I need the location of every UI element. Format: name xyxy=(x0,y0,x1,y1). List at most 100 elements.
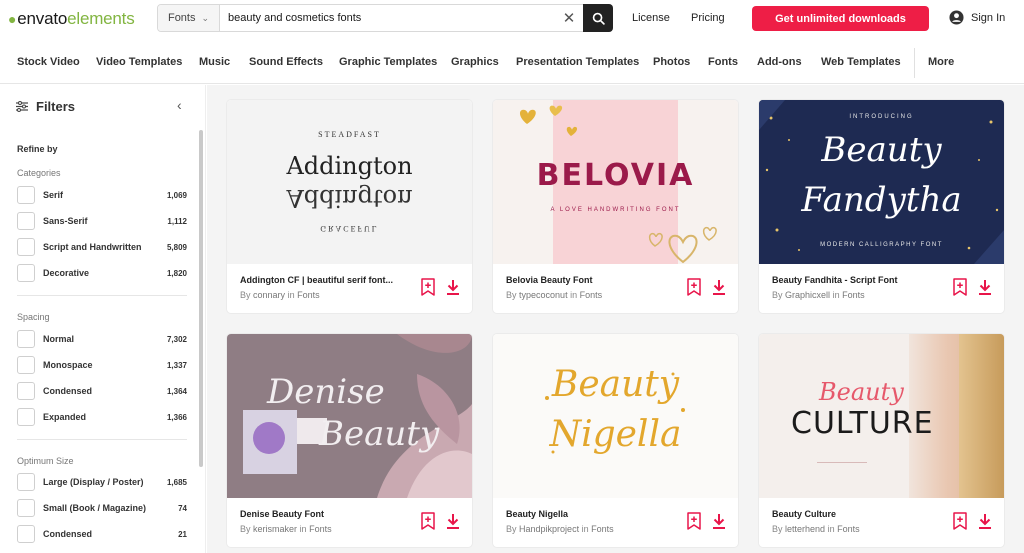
in-word: in xyxy=(287,290,295,300)
card-title[interactable]: Belovia Beauty Font xyxy=(506,275,676,285)
license-link[interactable]: License xyxy=(632,12,670,24)
bookmark-add-icon[interactable] xyxy=(420,278,436,296)
author-link[interactable]: Handpikproject xyxy=(519,524,579,534)
nav-stock-video[interactable]: Stock Video xyxy=(17,56,80,68)
filter-count: 1,069 xyxy=(166,190,187,200)
download-icon[interactable] xyxy=(445,512,461,530)
card-title[interactable]: Beauty Fandhita - Script Font xyxy=(772,275,942,285)
nav-graphics[interactable]: Graphics xyxy=(451,56,499,68)
category-link[interactable]: Fonts xyxy=(842,290,865,300)
get-unlimited-downloads-button[interactable]: Get unlimited downloads xyxy=(752,6,929,31)
filter-label: Serif xyxy=(43,190,64,200)
sidebar-scrollbar[interactable] xyxy=(199,130,203,467)
filter-option[interactable]: Expanded 1,366 xyxy=(17,407,187,427)
bookmark-add-icon[interactable] xyxy=(420,512,436,530)
category-link[interactable]: Fonts xyxy=(297,290,320,300)
author-link[interactable]: connary xyxy=(253,290,285,300)
preview-text: Beauty xyxy=(819,378,904,406)
card-meta: Beauty Nigella By Handpikproject in Font… xyxy=(493,498,738,547)
nav-add-ons[interactable]: Add-ons xyxy=(757,56,802,68)
category-link[interactable]: Fonts xyxy=(591,524,614,534)
by-prefix: By xyxy=(240,290,251,300)
bookmark-add-icon[interactable] xyxy=(686,512,702,530)
download-icon[interactable] xyxy=(977,278,993,296)
nav-more[interactable]: More xyxy=(928,56,954,68)
bookmark-add-icon[interactable] xyxy=(952,512,968,530)
nav-presentation-templates[interactable]: Presentation Templates xyxy=(516,56,639,68)
nav-web-templates[interactable]: Web Templates xyxy=(821,56,901,68)
nav-graphic-templates[interactable]: Graphic Templates xyxy=(339,56,437,68)
font-card[interactable]: Denise Beauty Denise Beauty Font By keri… xyxy=(227,334,472,547)
checkbox[interactable] xyxy=(17,356,35,374)
filter-option[interactable]: Condensed 21 xyxy=(17,524,187,544)
nav-divider xyxy=(914,48,915,78)
filter-option[interactable]: Script and Handwritten 5,809 xyxy=(17,237,187,257)
author-link[interactable]: typecoconut xyxy=(519,290,568,300)
card-title[interactable]: Beauty Nigella xyxy=(506,509,676,519)
filter-option[interactable]: Small (Book / Magazine) 74 xyxy=(17,498,187,518)
font-card[interactable]: Beauty CULTURE —————————— Beauty Culture… xyxy=(759,334,1004,547)
author-link[interactable]: kerismaker xyxy=(253,524,297,534)
category-link[interactable]: Fonts xyxy=(837,524,860,534)
nav-sound-effects[interactable]: Sound Effects xyxy=(249,56,323,68)
card-meta: Denise Beauty Font By kerismaker in Font… xyxy=(227,498,472,547)
search-category-select[interactable]: Fonts ⌄ xyxy=(158,5,220,31)
category-link[interactable]: Fonts xyxy=(580,290,603,300)
search-button[interactable] xyxy=(583,4,613,32)
nav-video-templates[interactable]: Video Templates xyxy=(96,56,182,68)
chevron-left-icon[interactable]: ‹ xyxy=(177,97,182,113)
nav-photos[interactable]: Photos xyxy=(653,56,690,68)
checkbox[interactable] xyxy=(17,525,35,543)
font-preview-image[interactable]: STEADFAST Addington Addington GRACEFUL xyxy=(227,100,472,264)
checkbox[interactable] xyxy=(17,238,35,256)
filter-label: Large (Display / Poster) xyxy=(43,477,144,487)
bookmark-add-icon[interactable] xyxy=(952,278,968,296)
checkbox[interactable] xyxy=(17,264,35,282)
font-preview-image[interactable]: BELOVIA A LOVE HANDWRITING FONT xyxy=(493,100,738,264)
checkbox[interactable] xyxy=(17,330,35,348)
author-link[interactable]: letterhend xyxy=(785,524,825,534)
download-icon[interactable] xyxy=(711,278,727,296)
sign-in-button[interactable]: Sign In xyxy=(949,10,1005,25)
author-link[interactable]: Graphicxell xyxy=(785,290,830,300)
category-link[interactable]: Fonts xyxy=(309,524,332,534)
font-preview-image[interactable]: Beauty CULTURE —————————— xyxy=(759,334,1004,498)
pricing-link[interactable]: Pricing xyxy=(691,12,725,24)
download-icon[interactable] xyxy=(977,512,993,530)
preview-text: A LOVE HANDWRITING FONT xyxy=(550,207,681,213)
nav-fonts[interactable]: Fonts xyxy=(708,56,738,68)
filter-count: 1,112 xyxy=(167,216,187,226)
filter-option[interactable]: Sans-Serif 1,112 xyxy=(17,211,187,231)
filter-option[interactable]: Monospace 1,337 xyxy=(17,355,187,375)
filter-option[interactable]: Serif 1,069 xyxy=(17,185,187,205)
filter-option[interactable]: Decorative 1,820 xyxy=(17,263,187,283)
card-title[interactable]: Beauty Culture xyxy=(772,509,942,519)
filter-option[interactable]: Normal 7,302 xyxy=(17,329,187,349)
font-card[interactable]: INTRODUCING Beauty Fandytha MODERN CALLI… xyxy=(759,100,1004,313)
checkbox[interactable] xyxy=(17,473,35,491)
clear-icon[interactable]: ✕ xyxy=(555,5,583,31)
checkbox[interactable] xyxy=(17,212,35,230)
font-card[interactable]: STEADFAST Addington Addington GRACEFUL A… xyxy=(227,100,472,313)
font-preview-image[interactable]: Beauty Nigella xyxy=(493,334,738,498)
checkbox[interactable] xyxy=(17,382,35,400)
card-title[interactable]: Addington CF | beautiful serif font... xyxy=(240,275,410,285)
search-input[interactable] xyxy=(220,5,555,31)
filter-option[interactable]: Large (Display / Poster) 1,685 xyxy=(17,472,187,492)
filter-option[interactable]: Condensed 1,364 xyxy=(17,381,187,401)
card-title[interactable]: Denise Beauty Font xyxy=(240,509,410,519)
download-icon[interactable] xyxy=(711,512,727,530)
font-preview-image[interactable]: Denise Beauty xyxy=(227,334,472,498)
checkbox[interactable] xyxy=(17,499,35,517)
preview-text: Beauty xyxy=(319,414,440,454)
font-card[interactable]: BELOVIA A LOVE HANDWRITING FONT Belovia … xyxy=(493,100,738,313)
font-preview-image[interactable]: INTRODUCING Beauty Fandytha MODERN CALLI… xyxy=(759,100,1004,264)
bookmark-add-icon[interactable] xyxy=(686,278,702,296)
checkbox[interactable] xyxy=(17,186,35,204)
filter-label: Sans-Serif xyxy=(43,216,88,226)
checkbox[interactable] xyxy=(17,408,35,426)
download-icon[interactable] xyxy=(445,278,461,296)
font-card[interactable]: Beauty Nigella Beauty Nigella By Handpik… xyxy=(493,334,738,547)
nav-music[interactable]: Music xyxy=(199,56,230,68)
envato-logo[interactable]: ● envato elements xyxy=(8,8,135,30)
